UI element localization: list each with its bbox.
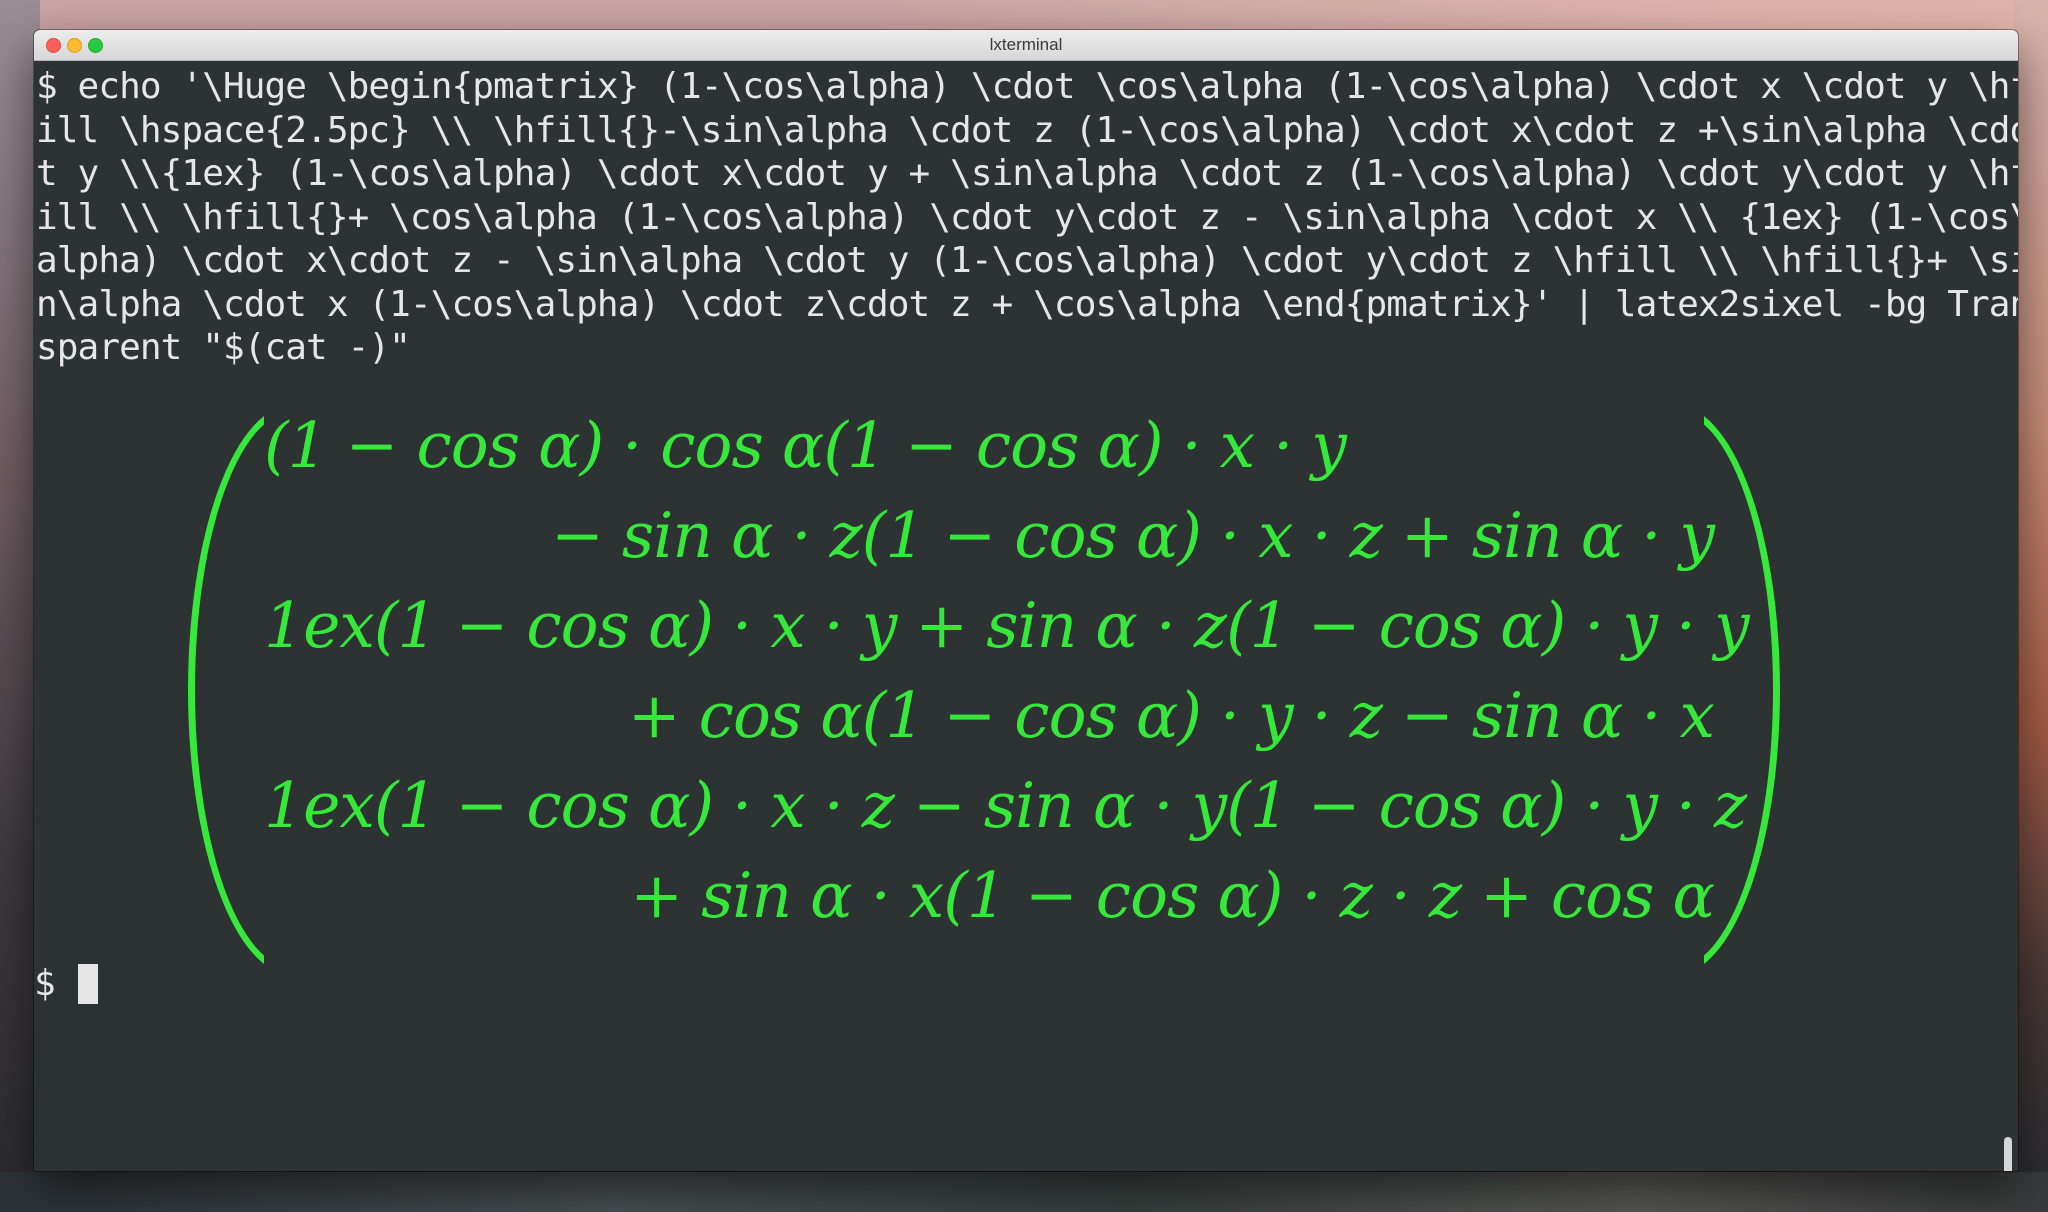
rendered-matrix: (1 − cos α) · cos α(1 − cos α) · x · y −… [184,401,1784,981]
shell-prompt[interactable]: $ [34,961,98,1007]
matrix-row-4: + cos α(1 − cos α) · y · z − sin α · x [627,679,1715,752]
prompt-symbol: $ [34,963,56,1004]
text-cursor [77,964,98,1004]
command-line-6: n\alpha \cdot x (1-\cos\alpha) \cdot z\c… [36,283,2018,325]
terminal-output-area[interactable]: $ echo '\Huge \begin{pmatrix} (1-\cos\al… [34,61,2018,1171]
command-line-2: ill \hspace{2.5pc} \\ \hfill{}-\sin\alph… [36,109,2018,151]
scrollbar-thumb[interactable] [2004,1137,2012,1171]
matrix-left-parenthesis [184,401,264,986]
matrix-row-3: 1ex(1 − cos α) · x · y + sin α · z(1 − c… [264,589,1750,662]
command-line-1: $ echo '\Huge \begin{pmatrix} (1-\cos\al… [36,66,2018,107]
desktop-wallpaper-bottom [0,1172,2048,1212]
command-line-4: ill \\ \hfill{}+ \cos\alpha (1-\cos\alph… [36,196,2018,238]
title-bar[interactable]: lxterminal [34,30,2018,61]
window-title: lxterminal [989,35,1063,54]
command-line-3: t y \\{1ex} (1-\cos\alpha) \cdot x\cdot … [36,153,2018,194]
matrix-row-5: 1ex(1 − cos α) · x · z − sin α · y(1 − c… [264,769,1747,842]
matrix-row-2: − sin α · z(1 − cos α) · x · z + sin α ·… [551,499,1715,572]
command-line-5: alpha) \cdot x\cdot z - \sin\alpha \cdot… [36,240,2018,281]
terminal-window: lxterminal $ echo '\Huge \begin{pmatrix}… [34,30,2018,1171]
command-text: $ echo '\Huge \begin{pmatrix} (1-\cos\al… [36,65,2018,370]
matrix-right-parenthesis [1704,401,1784,986]
matrix-row-1: (1 − cos α) · cos α(1 − cos α) · x · y [264,409,1347,482]
matrix-row-6: + sin α · x(1 − cos α) · z · z + cos α [630,859,1715,932]
command-line-7: sparent "$(cat -)" [36,327,411,368]
desktop-wallpaper-right [2014,0,2048,1212]
